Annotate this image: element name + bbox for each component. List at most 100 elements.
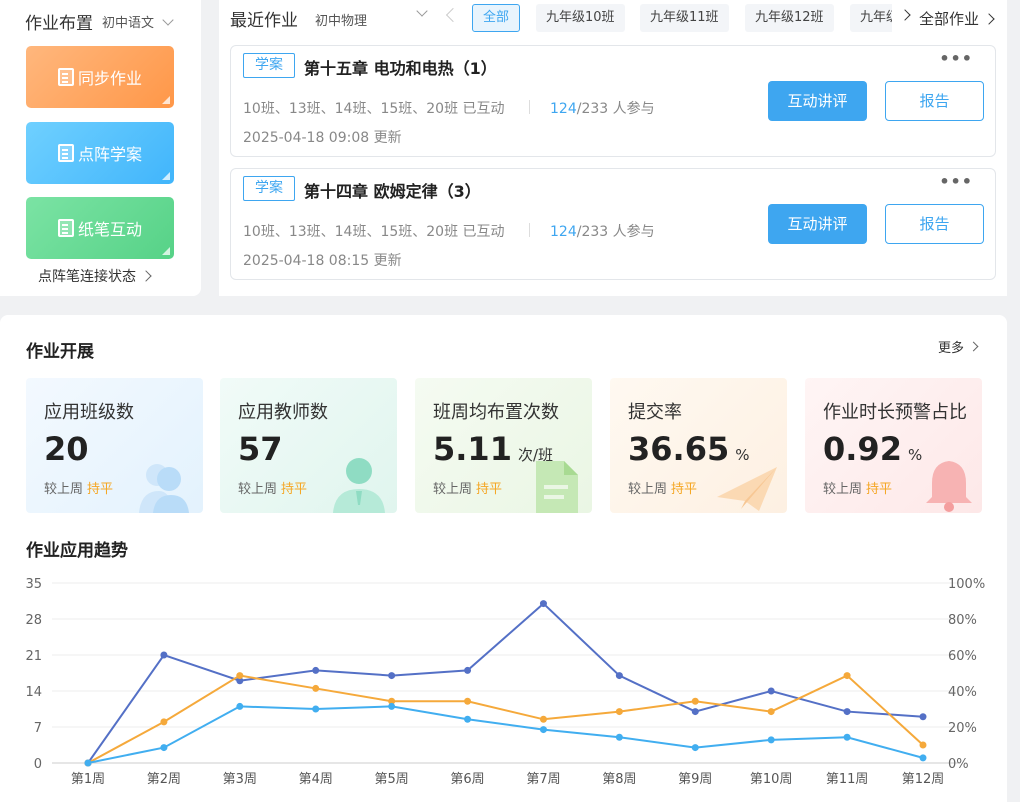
stat-value: 0.92% <box>823 430 923 468</box>
x-tick-label: 第1周 <box>71 772 105 787</box>
stat-card-submit-rate[interactable]: 提交率 36.65% 较上周 持平 <box>610 378 787 513</box>
all-homework-label: 全部作业 <box>919 10 980 28</box>
assign-title: 作业布置 <box>25 14 93 34</box>
tab-class-truncated[interactable]: 九年级 <box>850 4 892 32</box>
x-tick-label: 第11周 <box>826 772 869 787</box>
trend-label: 持平 <box>87 482 114 497</box>
corner-decoration <box>162 247 170 255</box>
data-point <box>464 666 472 674</box>
data-point <box>767 708 775 716</box>
y-right-tick-label: 20% <box>948 721 977 736</box>
stat-card-teachers[interactable]: 应用教师数 57 较上周 持平 <box>220 378 397 513</box>
data-point <box>464 697 472 705</box>
scroll-left-icon[interactable] <box>445 7 461 23</box>
data-point <box>160 718 168 726</box>
data-point <box>388 702 396 710</box>
x-tick-label: 第5周 <box>374 772 408 787</box>
homework-card[interactable]: 学案 第十五章 电功和电热（1） 10班、13班、14班、15班、20班 已互动… <box>230 45 996 157</box>
stat-compare: 较上周 持平 <box>628 482 698 497</box>
tab-all[interactable]: 全部 <box>472 4 521 32</box>
tab-class-10[interactable]: 九年级10班 <box>536 4 625 32</box>
homework-title: 第十五章 电功和电热（1） <box>304 59 497 78</box>
interactive-review-button[interactable]: 互动讲评 <box>768 81 867 121</box>
all-homework-link[interactable]: 全部作业 <box>919 8 995 29</box>
stat-card-classes[interactable]: 应用班级数 20 较上周 持平 <box>26 378 203 513</box>
x-tick-label: 第6周 <box>450 772 484 787</box>
homework-updated-time: 2025-04-18 08:15 更新 <box>243 253 402 269</box>
participated-count: 124 <box>550 224 577 240</box>
tab-overflow: 九年级 <box>850 4 892 32</box>
recent-title: 最近作业 <box>230 11 298 31</box>
y-left-tick-label: 28 <box>25 613 42 628</box>
data-point <box>691 697 699 705</box>
y-right-tick-label: 40% <box>948 685 977 700</box>
more-options-icon[interactable]: ••• <box>939 49 973 68</box>
stat-card-weekly-avg[interactable]: 班周均布置次数 5.11 次/班 较上周 持平 <box>415 378 592 513</box>
paper-pen-label: 纸笔互动 <box>77 220 142 239</box>
stat-value: 57 <box>238 430 283 468</box>
report-button[interactable]: 报告 <box>885 204 984 244</box>
y-right-tick-label: 100% <box>948 577 985 592</box>
homework-participants: 124/233 人参与 <box>550 221 655 241</box>
recent-homework-panel: 最近作业 初中物理 全部 九年级10班 九年级11班 九年级12班 九年级 全部… <box>219 0 1007 296</box>
scroll-right-icon[interactable] <box>899 9 911 21</box>
paper-plane-icon <box>717 467 777 511</box>
homework-card[interactable]: 学案 第十四章 欧姆定律（3） 10班、13班、14班、15班、20班 已互动 … <box>230 168 996 280</box>
data-point <box>312 705 320 713</box>
dot-matrix-plan-button[interactable]: 点阵学案 <box>26 122 174 184</box>
document-icon <box>536 461 578 513</box>
x-tick-label: 第4周 <box>299 772 333 787</box>
more-options-icon[interactable]: ••• <box>939 172 973 191</box>
sync-homework-label: 同步作业 <box>77 69 142 88</box>
paper-pen-interaction-button[interactable]: 纸笔互动 <box>26 197 174 259</box>
report-button[interactable]: 报告 <box>885 81 984 121</box>
more-link[interactable]: 更多 <box>938 337 979 356</box>
data-point <box>919 754 927 762</box>
homework-tag: 学案 <box>243 176 295 201</box>
x-tick-label: 第9周 <box>678 772 712 787</box>
series-line <box>87 674 924 764</box>
divider <box>529 100 530 114</box>
chevron-down-icon <box>162 13 174 26</box>
x-tick-label: 第10周 <box>750 772 793 787</box>
tab-class-12[interactable]: 九年级12班 <box>745 4 834 32</box>
tab-class-11[interactable]: 九年级11班 <box>640 4 729 32</box>
y-left-tick-label: 35 <box>25 577 42 592</box>
x-tick-label: 第8周 <box>602 772 636 787</box>
trend-label: 持平 <box>476 482 503 497</box>
y-right-tick-label: 0% <box>948 757 969 772</box>
interactive-review-button[interactable]: 互动讲评 <box>768 204 867 244</box>
recent-subject-selector[interactable]: 初中物理 <box>315 10 367 29</box>
data-point <box>312 684 320 692</box>
pen-connection-status-link[interactable]: 点阵笔连接状态 <box>38 266 152 286</box>
data-point <box>539 715 547 723</box>
homework-participants: 124/233 人参与 <box>550 98 655 118</box>
sync-homework-button[interactable]: 同步作业 <box>26 46 174 108</box>
data-point <box>843 708 851 716</box>
users-icon <box>139 464 189 513</box>
subject-selector[interactable]: 初中语文 <box>102 12 174 31</box>
data-point <box>615 733 623 741</box>
data-point <box>388 672 396 680</box>
participated-count: 124 <box>550 101 577 117</box>
data-point <box>539 600 547 608</box>
stat-compare: 较上周 持平 <box>433 482 503 497</box>
trend-label: 持平 <box>281 482 308 497</box>
stat-compare: 较上周 持平 <box>823 482 893 497</box>
y-left-tick-label: 21 <box>25 649 42 664</box>
homework-updated-time: 2025-04-18 09:08 更新 <box>243 130 402 146</box>
stat-card-duration-warning[interactable]: 作业时长预警占比 0.92% 较上周 持平 <box>805 378 982 513</box>
homework-classes: 10班、13班、14班、15班、20班 已互动 <box>243 101 505 117</box>
x-tick-label: 第12周 <box>902 772 945 787</box>
dot-matrix-plan-label: 点阵学案 <box>77 145 142 164</box>
data-point <box>767 687 775 695</box>
pen-status-label: 点阵笔连接状态 <box>38 269 136 285</box>
bell-icon <box>926 461 972 512</box>
subject-label: 初中语文 <box>102 16 155 31</box>
chevron-right-icon <box>140 270 152 282</box>
stat-label: 班周均布置次数 <box>433 402 559 423</box>
document-icon <box>57 219 74 237</box>
homework-tag: 学案 <box>243 53 295 78</box>
homework-trend-chart: 0 0% 7 20% 14 40% 21 60% 28 80% 35 100% 第1周 第2周 第3周 第4周… <box>25 577 985 787</box>
chevron-down-icon[interactable] <box>416 5 428 17</box>
